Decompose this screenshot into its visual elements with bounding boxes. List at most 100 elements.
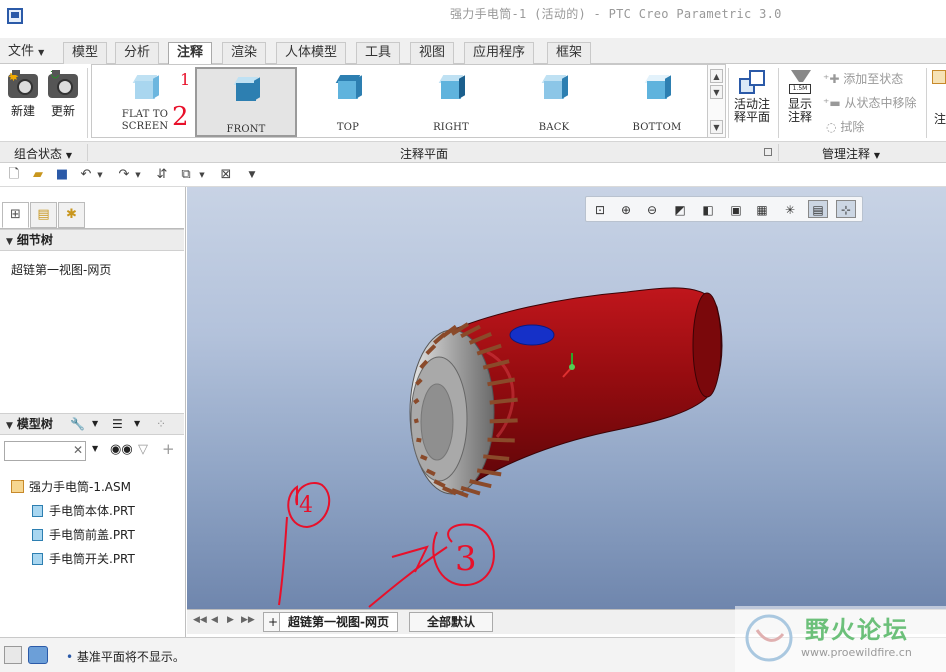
filter-icon[interactable]: ▽ xyxy=(138,442,148,457)
first-sheet-icon[interactable]: ◀◀ xyxy=(193,615,207,625)
tree-item-part[interactable]: 手电筒前盖.PRT xyxy=(32,526,135,543)
sheet-tab-all-default[interactable]: 全部默认 xyxy=(409,612,493,632)
chevron-down-icon[interactable]: ▼ xyxy=(134,414,140,434)
tab-render[interactable]: 渲染 xyxy=(222,42,267,64)
zoom-out-icon[interactable]: ⊖ xyxy=(642,200,662,218)
view-back[interactable]: BACK xyxy=(503,67,605,137)
gallery-scroll-down[interactable]: ▼ xyxy=(710,85,723,99)
toggle-navigator-icon[interactable] xyxy=(4,646,22,664)
view-bottom[interactable]: BOTTOM xyxy=(606,67,708,137)
tab-tree[interactable]: ⊞ xyxy=(2,202,29,228)
tab-applications[interactable]: 应用程序 xyxy=(464,42,535,64)
add-icon[interactable]: + xyxy=(162,440,175,458)
chevron-down-icon[interactable]: ▼ xyxy=(92,414,98,434)
add-icon: ⁺✚ xyxy=(823,72,840,86)
close-window-icon[interactable]: ⊠ xyxy=(218,167,234,183)
new-state-label: 新建 xyxy=(10,104,35,118)
view-manager-icon[interactable]: ▦ xyxy=(752,200,772,218)
regenerate-icon[interactable]: ⇵ xyxy=(154,167,170,183)
star-icon: ✸ xyxy=(8,70,19,85)
camera-icon: ✸ xyxy=(8,70,38,98)
annotation-display-icon[interactable]: ▤ xyxy=(808,200,828,218)
tab-manikin[interactable]: 人体模型 xyxy=(276,42,347,64)
view-right[interactable]: RIGHT xyxy=(400,67,502,137)
tree-item-part[interactable]: 手电筒开关.PRT xyxy=(32,550,135,567)
chevron-down-icon[interactable]: ▼ xyxy=(194,167,210,183)
chevron-down-icon[interactable]: ▼ xyxy=(92,444,98,453)
show-annotation-button[interactable]: 1.5M 显示 注释 xyxy=(781,68,819,124)
save-icon[interactable]: ■ xyxy=(54,167,70,183)
zoom-in-icon[interactable]: ⊕ xyxy=(616,200,636,218)
model-tree-search-input[interactable]: ✕ xyxy=(4,441,86,461)
assembly-icon xyxy=(11,480,24,493)
erase-label: 拭除 xyxy=(840,120,865,134)
sheet-tab-first-view[interactable]: 超链第一视图-网页 xyxy=(279,612,398,632)
ink-marker-4: 4 xyxy=(299,493,313,518)
display-style-icon[interactable]: ◧ xyxy=(698,200,718,218)
filter-columns-icon[interactable]: ⁘ xyxy=(156,414,166,434)
remove-from-state-button[interactable]: ⁺▬ 从状态中移除 xyxy=(823,94,917,111)
chevron-down-icon: ▼ xyxy=(873,151,880,160)
windows-icon[interactable]: ⧉ xyxy=(178,167,194,183)
erase-button[interactable]: ◌ 拭除 xyxy=(826,118,864,135)
update-state-button[interactable]: ↻ 更新 xyxy=(44,68,82,119)
navigator-panel: ⊞ ▤ ✱ ▼ 细节树 超链第一视图-网页 ▼ 模型树 🔧 ▼ ☰ ▼ ⁘ ✕ ▼ … xyxy=(0,187,186,637)
tab-model[interactable]: 模型 xyxy=(63,42,108,64)
clear-icon[interactable]: ✕ xyxy=(73,443,83,457)
watermark-url: www.proewildfire.cn xyxy=(801,646,912,659)
model-tree-header[interactable]: ▼ 模型树 🔧 ▼ ☰ ▼ ⁘ xyxy=(0,413,184,435)
show-annotation-label-2: 注释 xyxy=(787,110,812,124)
graphics-toolbar: ⊡ ⊕ ⊖ ◩ ◧ ▣ ▦ ✳ ▤ ⊹ xyxy=(585,196,863,222)
partial-icon[interactable] xyxy=(932,70,946,84)
new-state-button[interactable]: ✸ 新建 xyxy=(4,70,42,119)
tab-file[interactable]: 文件 ▼ xyxy=(0,42,52,64)
combined-state-group-label[interactable]: 组合状态 ▼ xyxy=(14,145,72,162)
next-sheet-icon[interactable]: ▶ xyxy=(227,615,234,625)
tree-item-assembly[interactable]: 强力手电筒-1.ASM xyxy=(11,478,131,495)
saved-orientations-icon[interactable]: ▣ xyxy=(726,200,746,218)
prev-sheet-icon[interactable]: ◀ xyxy=(211,615,218,625)
tree-item-part[interactable]: 手电筒本体.PRT xyxy=(32,502,135,519)
tab-view[interactable]: 视图 xyxy=(410,42,455,64)
chevron-down-icon: ▼ xyxy=(65,151,72,160)
view-top[interactable]: TOP xyxy=(297,67,399,137)
tab-favorites[interactable]: ✱ xyxy=(58,202,85,228)
refit-icon[interactable]: ⊡ xyxy=(590,200,610,218)
cube-icon xyxy=(334,73,362,101)
repaint-icon[interactable]: ◩ xyxy=(670,200,690,218)
view-label: TOP xyxy=(336,122,360,133)
customize-toolbar-icon[interactable]: ▼ xyxy=(244,167,260,183)
open-folder-icon[interactable]: ▰ xyxy=(30,167,46,183)
graphics-window[interactable]: 4 3 xyxy=(187,187,946,609)
settings-icon[interactable]: 🔧 xyxy=(70,414,85,434)
binoculars-icon[interactable]: ◉◉ xyxy=(110,442,133,457)
view-front[interactable]: FRONT xyxy=(195,67,297,137)
last-sheet-icon[interactable]: ▶▶ xyxy=(241,615,255,625)
add-to-state-button[interactable]: ⁺✚ 添加至状态 xyxy=(823,70,903,87)
ink-marker-2: 2 xyxy=(172,102,189,132)
app-icon[interactable] xyxy=(7,8,23,24)
tab-folder-browser[interactable]: ▤ xyxy=(30,202,57,228)
tab-analysis[interactable]: 分析 xyxy=(115,42,160,64)
part-icon xyxy=(32,553,43,565)
new-file-icon[interactable]: 🗋 xyxy=(6,167,22,183)
tab-annotate[interactable]: 注释 xyxy=(168,42,213,65)
manage-annotation-group-label[interactable]: 管理注释 ▼ xyxy=(822,145,880,162)
dialog-launcher-icon[interactable] xyxy=(764,148,772,156)
partial-label: 注 xyxy=(934,112,946,126)
active-annotation-plane-button[interactable]: 活动注 释平面 xyxy=(731,68,773,124)
detail-tree-item[interactable]: 超链第一视图-网页 xyxy=(11,261,111,278)
tab-tools[interactable]: 工具 xyxy=(356,42,401,64)
tab-framework[interactable]: 框架 xyxy=(547,42,592,64)
gallery-expand[interactable]: ▼ xyxy=(710,120,723,134)
chevron-down-icon[interactable]: ▼ xyxy=(92,167,108,183)
detail-tree-header[interactable]: ▼ 细节树 xyxy=(0,229,184,251)
eraser-icon: ◌ xyxy=(826,120,837,134)
show-icon[interactable]: ☰ xyxy=(112,414,123,434)
browser-icon[interactable] xyxy=(28,646,48,664)
datum-display-icon[interactable]: ✳ xyxy=(780,200,800,218)
gallery-scroll-up[interactable]: ▲ xyxy=(710,69,723,83)
chevron-down-icon[interactable]: ▼ xyxy=(130,167,146,183)
spin-center-icon[interactable]: ⊹ xyxy=(836,200,856,218)
ribbon-group-labels: 组合状态 ▼ 注释平面 管理注释 ▼ xyxy=(0,141,946,163)
